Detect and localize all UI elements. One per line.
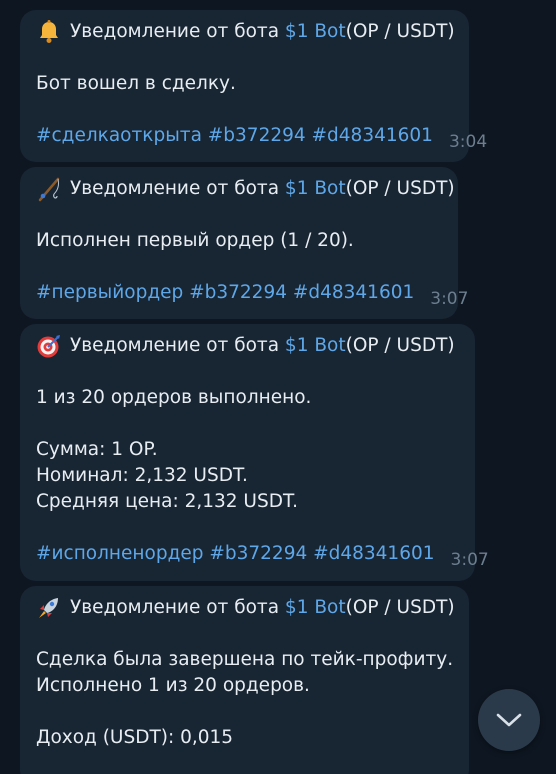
message-line: Бот вошел в сделку. xyxy=(36,73,236,94)
message-header: Уведомление от бота $1 Bot (OP / USDT) xyxy=(36,19,455,45)
header-pair: (OP / USDT) xyxy=(345,178,455,199)
header-prefix: Уведомление от бота xyxy=(70,21,280,42)
bell-icon xyxy=(40,20,58,43)
message-line: Исполнен первый ордер (1 / 20). xyxy=(36,230,354,251)
header-prefix: Уведомление от бота xyxy=(70,597,280,618)
message-header: Уведомление от бота $1 Bot (OP / USDT) xyxy=(36,595,455,621)
message-time: 3:04 xyxy=(448,132,488,152)
rocket-icon xyxy=(39,598,58,618)
message-bubble[interactable]: Уведомление от бота $1 Bot (OP / USDT) Б… xyxy=(20,10,487,162)
message-time: 3:07 xyxy=(430,289,469,309)
message-line: Номинал: 2,132 USDT. xyxy=(36,465,248,486)
hashtags[interactable]: #первыйордер #b372294 #d48341601 xyxy=(36,280,414,306)
header-pair: (OP / USDT) xyxy=(345,597,455,618)
message-bubble[interactable]: Уведомление от бота $1 Bot (OP / USDT) И… xyxy=(20,167,468,319)
header-pair: (OP / USDT) xyxy=(345,335,455,356)
message-bubble[interactable]: Уведомление от бота $1 Bot (OP / USDT) С… xyxy=(20,586,469,774)
chat-feed[interactable]: Уведомление от бота $1 Bot (OP / USDT) Б… xyxy=(0,0,556,774)
fishing-rod-icon xyxy=(38,177,60,202)
message-bubble[interactable]: Уведомление от бота $1 Bot (OP / USDT) 1… xyxy=(20,324,489,581)
message-line: Сделка была завершена по тейк-профиту. xyxy=(36,649,454,670)
message-time: 3:07 xyxy=(450,550,489,570)
hashtags[interactable]: #исполненордер #b372294 #d48341601 xyxy=(36,541,435,567)
target-icon xyxy=(37,335,60,358)
message-line: Исполнено 1 из 20 ордеров. xyxy=(36,675,310,696)
bot-link[interactable]: $1 Bot xyxy=(285,19,346,45)
bot-link[interactable]: $1 Bot xyxy=(285,333,346,359)
chevron-down-icon xyxy=(496,713,522,727)
bot-link[interactable]: $1 Bot xyxy=(285,595,346,621)
message-header: Уведомление от бота $1 Bot (OP / USDT) xyxy=(36,333,459,359)
bot-link[interactable]: $1 Bot xyxy=(285,176,346,202)
message-line: Сумма: 1 OP. xyxy=(36,439,158,460)
header-pair: (OP / USDT) xyxy=(345,21,455,42)
message-header: Уведомление от бота $1 Bot (OP / USDT) xyxy=(36,176,455,202)
header-prefix: Уведомление от бота xyxy=(70,335,280,356)
scroll-down-button[interactable] xyxy=(478,689,540,751)
hashtags[interactable]: #сделкаоткрыта #b372294 #d48341601 xyxy=(36,123,433,149)
message-line: Доход (USDT): 0,015 xyxy=(36,727,234,748)
header-prefix: Уведомление от бота xyxy=(70,178,280,199)
message-line: Средняя цена: 2,132 USDT. xyxy=(36,491,298,512)
message-line: 1 из 20 ордеров выполнено. xyxy=(36,387,312,408)
